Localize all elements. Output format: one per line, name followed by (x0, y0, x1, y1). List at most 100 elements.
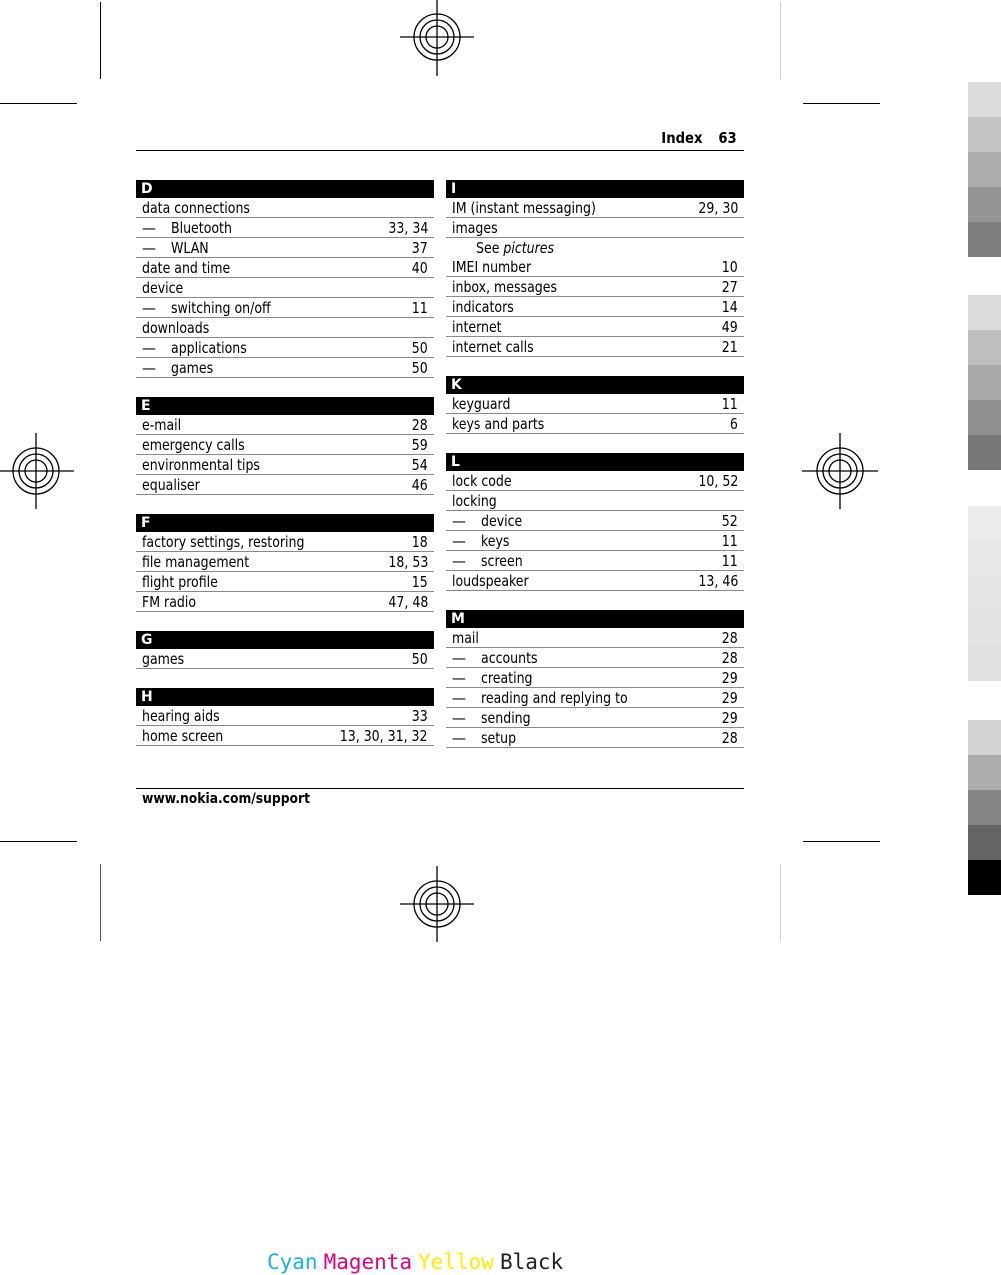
index-column-left: Ddata connections — Bluetooth 33, 34 — WLAN 37… (136, 180, 434, 765)
subentry-dash: — (142, 239, 156, 257)
index-entry: factory settings, restoring 18 (136, 532, 434, 552)
color-swatch (968, 720, 1001, 755)
color-swatch (968, 295, 1001, 330)
crop-mark (780, 864, 781, 941)
header-section-title: Index (661, 129, 703, 147)
index-section-f: Ffactory settings, restoring 18 file manag… (136, 514, 434, 612)
entry-term: keys and parts (452, 415, 545, 433)
section-letter-heading: I (446, 180, 744, 198)
registration-mark-icon (400, 866, 474, 942)
subentry-dash: — (452, 512, 466, 530)
color-swatch (968, 152, 1001, 187)
entry-term: data connections (142, 199, 250, 217)
section-letter-heading: E (136, 397, 434, 415)
index-subentry: — creating 29 (446, 668, 744, 688)
entry-page-refs: 6 (730, 415, 738, 433)
entry-page-refs: 50 (412, 359, 428, 377)
registration-mark-icon (802, 433, 878, 509)
index-entry: mail 28 (446, 628, 744, 648)
index-subentry: — reading and replying to 29 (446, 688, 744, 708)
index-entry: locking (446, 491, 744, 511)
index-entry: lock code 10, 52 (446, 471, 744, 491)
entry-page-refs: 10, 52 (698, 472, 738, 490)
crop-mark (803, 841, 880, 842)
entry-term: indicators (452, 298, 514, 316)
registration-mark-icon (0, 433, 74, 509)
entry-term: applications (171, 339, 247, 357)
entry-page-refs: 54 (412, 456, 428, 474)
subentry-dash: — (142, 339, 156, 357)
index-column-right: I IM (instant messaging) 29, 30 images See p… (446, 180, 744, 767)
entry-term: e-mail (142, 416, 182, 434)
index-entry: IM (instant messaging) 29, 30 (446, 198, 744, 218)
subentry-dash: — (452, 709, 466, 727)
entry-term: WLAN (171, 239, 209, 257)
entry-term: device (481, 512, 523, 530)
color-swatch (968, 222, 1001, 257)
entry-term: emergency calls (142, 436, 245, 454)
color-swatch (968, 117, 1001, 152)
see-target: pictures (503, 239, 555, 257)
subentry-dash: — (452, 552, 466, 570)
entry-term: locking (452, 492, 497, 510)
entry-term: mail (452, 629, 479, 647)
entry-term: hearing aids (142, 707, 220, 725)
entry-term: images (452, 219, 498, 237)
entry-page-refs: 10 (722, 258, 738, 276)
subentry-dash: — (452, 649, 466, 667)
index-section-i: I IM (instant messaging) 29, 30 images See p… (446, 180, 744, 357)
index-section-k: Kkeyguard 11 keys and parts 6 (446, 376, 744, 434)
entry-term: device (142, 279, 184, 297)
entry-page-refs: 28 (412, 416, 428, 434)
entry-term: IMEI number (452, 258, 532, 276)
index-section-m: Mmail 28 — accounts 28 — creating 29 — reading an… (446, 610, 744, 748)
registration-mark-icon (400, 0, 474, 76)
entry-page-refs: 40 (412, 259, 428, 277)
entry-term: lock code (452, 472, 512, 490)
entry-page-refs: 59 (412, 436, 428, 454)
color-swatch (968, 576, 1001, 611)
index-entry: emergency calls 59 (136, 435, 434, 455)
subentry-dash: — (142, 219, 156, 237)
index-entry: date and time 40 (136, 258, 434, 278)
entry-term: reading and replying to (481, 689, 628, 707)
entry-term: internet (452, 318, 502, 336)
section-letter-heading: M (446, 610, 744, 628)
entry-page-refs: 14 (722, 298, 738, 316)
crop-mark (0, 841, 77, 842)
entry-page-refs: 27 (722, 278, 738, 296)
index-section-g: Ggames 50 (136, 631, 434, 669)
index-entry: keys and parts 6 (446, 414, 744, 434)
index-section-e: Ee-mail 28 emergency calls 59 environmental … (136, 397, 434, 495)
section-letter-heading: K (446, 376, 744, 394)
index-subentry: — screen 11 (446, 551, 744, 571)
entry-term: factory settings, restoring (142, 533, 305, 551)
color-swatch (968, 187, 1001, 222)
index-entry: FM radio 47, 48 (136, 592, 434, 612)
entry-page-refs: 50 (412, 650, 428, 668)
section-letter-heading: F (136, 514, 434, 532)
color-swatch (968, 755, 1001, 790)
index-entry: file management 18, 53 (136, 552, 434, 572)
entry-page-refs: 13, 46 (698, 572, 738, 590)
entry-term: sending (481, 709, 531, 727)
section-letter-heading: G (136, 631, 434, 649)
entry-page-refs: 33 (412, 707, 428, 725)
index-entry: environmental tips 54 (136, 455, 434, 475)
index-entry: loudspeaker 13, 46 (446, 571, 744, 591)
index-entry: images (446, 218, 744, 238)
entry-term: IM (instant messaging) (452, 199, 596, 217)
page-footer: www.nokia.com/support (136, 788, 744, 807)
entry-page-refs: 29, 30 (698, 199, 738, 217)
color-swatch (968, 82, 1001, 117)
entry-term: setup (481, 729, 517, 747)
subentry-dash: — (142, 359, 156, 377)
crop-mark (100, 2, 101, 79)
index-subentry: — device 52 (446, 511, 744, 531)
color-swatch (968, 506, 1001, 541)
color-swatch (968, 860, 1001, 895)
entry-term: downloads (142, 319, 210, 337)
entry-term: equaliser (142, 476, 200, 494)
index-entry: internet calls 21 (446, 337, 744, 357)
entry-term: inbox, messages (452, 278, 558, 296)
